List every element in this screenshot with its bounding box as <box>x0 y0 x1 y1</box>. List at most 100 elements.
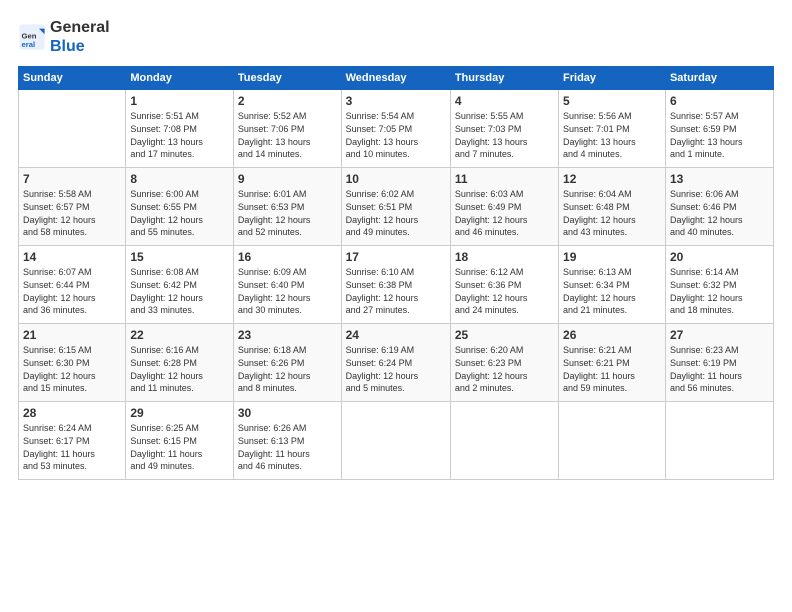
cell-line: Daylight: 12 hours <box>346 292 446 305</box>
cell-line: Sunset: 6:40 PM <box>238 279 337 292</box>
cell-line: and 59 minutes. <box>563 382 661 395</box>
cell-line: Sunrise: 6:15 AM <box>23 344 121 357</box>
cell-line: and 49 minutes. <box>130 460 229 473</box>
week-row-5: 28 Sunrise: 6:24 AMSunset: 6:17 PM Dayligh… <box>19 402 774 480</box>
day-number: 1 <box>130 94 229 108</box>
cell-line: Sunrise: 5:54 AM <box>346 110 446 123</box>
day-cell: 28Sunrise: 6:24 AMSunset: 6:17 PMDayligh… <box>19 402 126 480</box>
day-cell <box>19 90 126 168</box>
cell-line: Sunset: 6:55 PM <box>130 201 229 214</box>
day-cell <box>450 402 558 480</box>
cell-line: and 24 minutes. <box>455 304 554 317</box>
col-header-tuesday: Tuesday <box>233 67 341 90</box>
cell-line: and 8 minutes. <box>238 382 337 395</box>
cell-line: Sunset: 6:24 PM <box>346 357 446 370</box>
day-cell: 16Sunrise: 6:09 AMSunset: 6:40 PMDayligh… <box>233 246 341 324</box>
day-number: 16 <box>238 250 337 264</box>
col-header-wednesday: Wednesday <box>341 67 450 90</box>
cell-line: Sunset: 6:51 PM <box>346 201 446 214</box>
cell-line: Sunrise: 6:02 AM <box>346 188 446 201</box>
cell-line: Daylight: 12 hours <box>563 214 661 227</box>
cell-line: and 40 minutes. <box>670 226 769 239</box>
cell-line: and 15 minutes. <box>23 382 121 395</box>
cell-line: Sunrise: 5:51 AM <box>130 110 229 123</box>
cell-line: Sunset: 6:36 PM <box>455 279 554 292</box>
cell-line: Sunset: 6:17 PM <box>23 435 121 448</box>
cell-line: and 14 minutes. <box>238 148 337 161</box>
day-number: 28 <box>23 406 121 420</box>
cell-line: Daylight: 12 hours <box>238 370 337 383</box>
day-number: 8 <box>130 172 229 186</box>
svg-text:eral: eral <box>22 40 36 49</box>
cell-line: Sunset: 6:38 PM <box>346 279 446 292</box>
cell-line: Sunrise: 6:03 AM <box>455 188 554 201</box>
week-row-4: 21Sunrise: 6:15 AMSunset: 6:30 PMDayligh… <box>19 324 774 402</box>
cell-line: Daylight: 12 hours <box>23 370 121 383</box>
cell-line: Daylight: 12 hours <box>130 214 229 227</box>
day-cell: 15 Sunrise: 6:08 AMSunset: 6:42 PMDayligh… <box>126 246 234 324</box>
cell-line: and 5 minutes. <box>346 382 446 395</box>
day-number: 3 <box>346 94 446 108</box>
cell-line: and 56 minutes. <box>670 382 769 395</box>
cell-line: and 2 minutes. <box>455 382 554 395</box>
day-number: 21 <box>23 328 121 342</box>
cell-line: Daylight: 13 hours <box>455 136 554 149</box>
page-header: Gen eral General Blue <box>18 18 774 56</box>
cell-line: and 46 minutes. <box>238 460 337 473</box>
cell-line: Sunrise: 6:00 AM <box>130 188 229 201</box>
cell-line: Sunset: 6:30 PM <box>23 357 121 370</box>
cell-line: Daylight: 13 hours <box>670 136 769 149</box>
cell-line: Daylight: 12 hours <box>455 292 554 305</box>
cell-line: Sunrise: 6:24 AM <box>23 422 121 435</box>
cell-line: Daylight: 11 hours <box>563 370 661 383</box>
day-number: 15 <box>130 250 229 264</box>
day-cell: 4Sunrise: 5:55 AMSunset: 7:03 PMDaylight… <box>450 90 558 168</box>
cell-line: Sunrise: 6:07 AM <box>23 266 121 279</box>
cell-line: and 7 minutes. <box>455 148 554 161</box>
day-number: 5 <box>563 94 661 108</box>
cell-line: Sunset: 6:21 PM <box>563 357 661 370</box>
calendar-table: SundayMondayTuesdayWednesdayThursdayFrid… <box>18 66 774 480</box>
cell-line: Sunrise: 5:58 AM <box>23 188 121 201</box>
day-cell: 7Sunrise: 5:58 AMSunset: 6:57 PMDaylight… <box>19 168 126 246</box>
day-cell: 3Sunrise: 5:54 AMSunset: 7:05 PMDaylight… <box>341 90 450 168</box>
day-cell: 27Sunrise: 6:23 AMSunset: 6:19 PMDayligh… <box>665 324 773 402</box>
cell-line: and 36 minutes. <box>23 304 121 317</box>
cell-line: Sunrise: 6:06 AM <box>670 188 769 201</box>
cell-line: Daylight: 12 hours <box>130 292 229 305</box>
cell-line: Sunset: 6:49 PM <box>455 201 554 214</box>
day-cell: 17Sunrise: 6:10 AMSunset: 6:38 PMDayligh… <box>341 246 450 324</box>
cell-line: and 10 minutes. <box>346 148 446 161</box>
cell-line: Sunrise: 6:04 AM <box>563 188 661 201</box>
day-cell: 14Sunrise: 6:07 AMSunset: 6:44 PMDayligh… <box>19 246 126 324</box>
day-cell: 11Sunrise: 6:03 AMSunset: 6:49 PMDayligh… <box>450 168 558 246</box>
day-cell: 30Sunrise: 6:26 AMSunset: 6:13 PMDayligh… <box>233 402 341 480</box>
cell-line: Sunrise: 6:01 AM <box>238 188 337 201</box>
cell-line: Daylight: 11 hours <box>130 448 229 461</box>
day-cell: 23Sunrise: 6:18 AMSunset: 6:26 PMDayligh… <box>233 324 341 402</box>
day-cell: 29Sunrise: 6:25 AMSunset: 6:15 PMDayligh… <box>126 402 234 480</box>
cell-line: and 11 minutes. <box>130 382 229 395</box>
cell-line: Sunset: 7:01 PM <box>563 123 661 136</box>
cell-line: Sunrise: 6:08 AM <box>130 266 229 279</box>
day-cell: 1Sunrise: 5:51 AMSunset: 7:08 PMDaylight… <box>126 90 234 168</box>
cell-line: Sunset: 6:59 PM <box>670 123 769 136</box>
day-number: 7 <box>23 172 121 186</box>
day-number: 26 <box>563 328 661 342</box>
cell-line: Sunset: 6:42 PM <box>130 279 229 292</box>
week-row-1: 1 Sunrise: 5:51 AMSunset: 7:08 PM Daylight… <box>19 90 774 168</box>
day-cell: 18Sunrise: 6:12 AMSunset: 6:36 PMDayligh… <box>450 246 558 324</box>
cell-line: and 52 minutes. <box>238 226 337 239</box>
cell-line: and 58 minutes. <box>23 226 121 239</box>
cell-line: Daylight: 13 hours <box>563 136 661 149</box>
cell-line: Sunset: 6:46 PM <box>670 201 769 214</box>
day-number: 6 <box>670 94 769 108</box>
col-header-friday: Friday <box>559 67 666 90</box>
day-cell: 22Sunrise: 6:16 AMSunset: 6:28 PMDayligh… <box>126 324 234 402</box>
cell-line: and 49 minutes. <box>346 226 446 239</box>
cell-line: Sunset: 6:34 PM <box>563 279 661 292</box>
cell-line: Daylight: 12 hours <box>23 292 121 305</box>
day-number: 23 <box>238 328 337 342</box>
cell-line: Sunrise: 6:13 AM <box>563 266 661 279</box>
cell-line: Sunset: 7:08 PM <box>130 123 229 136</box>
